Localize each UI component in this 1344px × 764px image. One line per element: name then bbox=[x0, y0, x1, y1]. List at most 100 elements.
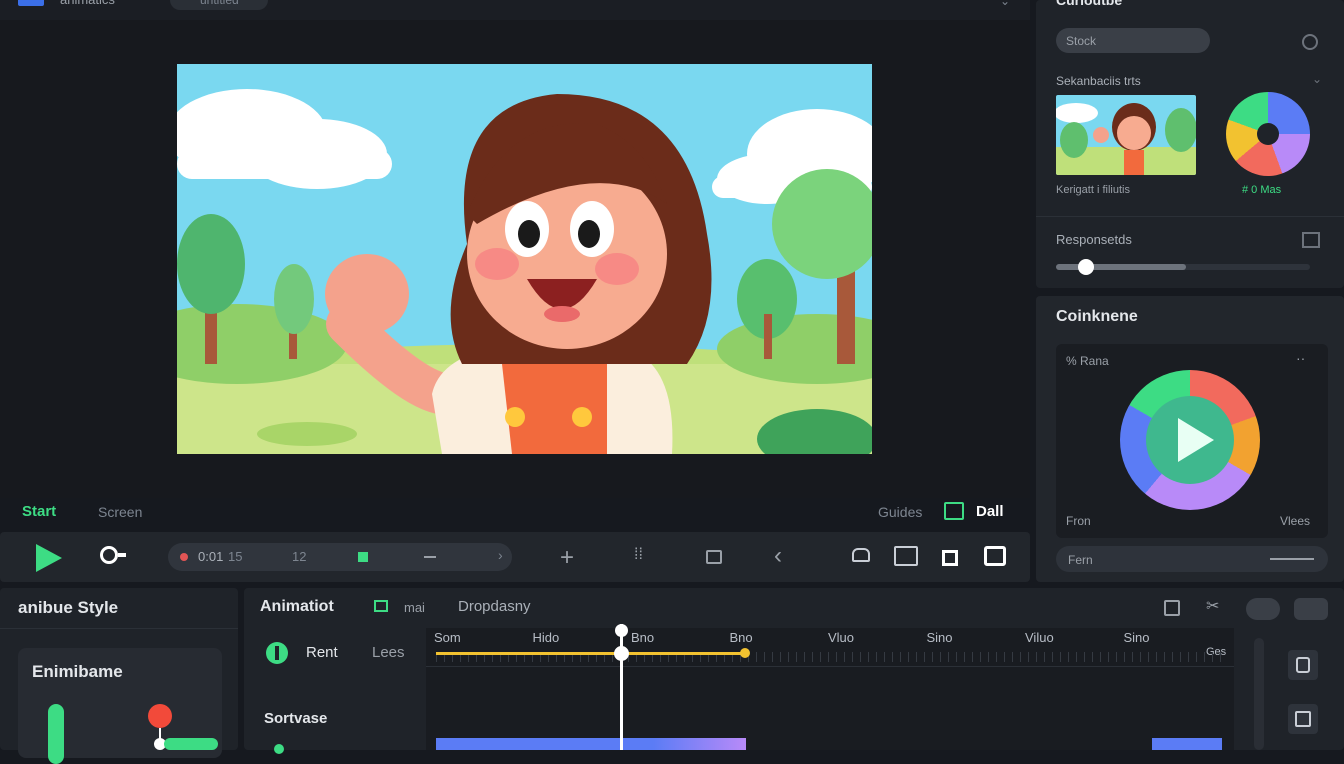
thumbnails-label: Sekanbaciis trts bbox=[1056, 74, 1141, 88]
param-slider-knob[interactable] bbox=[1078, 259, 1095, 275]
video-clip[interactable] bbox=[436, 738, 746, 750]
timeline-mode-icon[interactable] bbox=[374, 600, 388, 612]
crop-icon[interactable] bbox=[852, 548, 870, 562]
ruler-minor-tick bbox=[1076, 652, 1077, 662]
keyframe-end-icon[interactable] bbox=[740, 648, 750, 658]
ruler-tick-label: Sino bbox=[926, 630, 953, 645]
ruler-minor-tick bbox=[964, 652, 965, 662]
top-chip[interactable]: untitled bbox=[170, 0, 268, 10]
search-placeholder: Stock bbox=[1066, 34, 1097, 48]
top-bar: animatics untitled ⌄ bbox=[0, 0, 1030, 20]
ruler-minor-tick bbox=[1020, 652, 1021, 662]
param-slider-track[interactable] bbox=[1056, 259, 1310, 275]
ruler-minor-tick bbox=[852, 652, 853, 662]
chart-icon[interactable] bbox=[1302, 232, 1320, 248]
style-card[interactable]: Enimibame bbox=[18, 648, 222, 764]
ruler-minor-tick bbox=[1140, 652, 1141, 662]
ruler-minor-tick bbox=[876, 652, 877, 662]
ruler-minor-tick bbox=[1172, 652, 1173, 662]
ruler-minor-tick bbox=[820, 652, 821, 662]
playhead-top-handle[interactable] bbox=[615, 624, 628, 637]
toggle-switch[interactable] bbox=[1246, 598, 1280, 620]
play-icon[interactable] bbox=[36, 544, 62, 572]
time-ruler[interactable]: Som Hido Bno Bno Vluo Sino Viluo Sino Ges bbox=[426, 628, 1234, 662]
lock-icon bbox=[1296, 657, 1310, 673]
ruler-minor-tick bbox=[972, 652, 973, 662]
ruler-minor-tick bbox=[860, 652, 861, 662]
keyframe-track[interactable] bbox=[436, 652, 746, 655]
chevron-left-icon[interactable]: ‹ bbox=[774, 542, 782, 570]
ruler-tick-label: Som bbox=[434, 630, 461, 645]
ruler-minor-tick bbox=[1036, 652, 1037, 662]
ruler-minor-tick bbox=[1092, 652, 1093, 662]
thumbnail-card[interactable] bbox=[1056, 95, 1196, 175]
ruler-minor-tick bbox=[868, 652, 869, 662]
color-wheel-hole bbox=[1257, 123, 1279, 145]
preview-label-bar: Start Screen Guides Dall bbox=[0, 498, 1030, 528]
square-button[interactable] bbox=[1288, 704, 1318, 734]
color-caption-text: # 0 Mas bbox=[1242, 184, 1282, 196]
track-area[interactable]: Som Hido Bno Bno Vluo Sino Viluo Sino Ges bbox=[426, 628, 1234, 750]
guides-label[interactable]: Guides bbox=[878, 504, 922, 520]
ruler-minor-tick bbox=[1204, 652, 1205, 662]
timeline-menu-label[interactable]: mai bbox=[404, 600, 425, 615]
search-input[interactable]: Stock bbox=[1056, 28, 1210, 53]
timeline-tab-label[interactable]: Dropdasny bbox=[458, 598, 531, 615]
select-icon[interactable] bbox=[942, 550, 958, 566]
color-wheel[interactable] bbox=[1226, 92, 1310, 176]
ruler-minor-tick bbox=[836, 652, 837, 662]
app-title: animatics bbox=[60, 0, 115, 7]
thumbnail-caption: Kerigatt i filiutis bbox=[1056, 184, 1130, 196]
ruler-minor-tick bbox=[756, 652, 757, 662]
style-card-title: Enimibame bbox=[32, 662, 123, 681]
color-preview-label: % Rana bbox=[1066, 354, 1109, 368]
chevron-down-icon[interactable]: ⌄ bbox=[1312, 72, 1322, 86]
tag-icon[interactable] bbox=[1294, 598, 1328, 620]
mode-label[interactable]: Screen bbox=[98, 504, 142, 520]
plus-icon[interactable]: + bbox=[560, 544, 574, 572]
start-label[interactable]: Start bbox=[22, 503, 56, 520]
style-panel: anibue Style Enimibame bbox=[0, 588, 238, 764]
track-toggle-icon[interactable] bbox=[266, 642, 288, 664]
ruler-minor-tick bbox=[1124, 652, 1125, 662]
ruler-minor-tick bbox=[1220, 652, 1221, 662]
app-logo-icon bbox=[18, 0, 44, 6]
clip-icon[interactable] bbox=[706, 550, 722, 564]
ruler-minor-tick bbox=[988, 652, 989, 662]
lock-button[interactable] bbox=[1288, 650, 1318, 680]
red-node-icon[interactable] bbox=[148, 704, 172, 728]
playhead[interactable] bbox=[614, 624, 629, 750]
colors-panel-title: Coinknene bbox=[1056, 308, 1138, 325]
end-label[interactable]: Dall bbox=[976, 503, 1004, 520]
track2-dot bbox=[274, 744, 284, 754]
export-icon[interactable] bbox=[984, 546, 1006, 566]
trash-icon[interactable] bbox=[1164, 600, 1180, 616]
video-clip-2[interactable] bbox=[1152, 738, 1222, 750]
filter-icon[interactable] bbox=[1302, 34, 1318, 50]
chevron-down-icon[interactable]: ⌄ bbox=[1000, 0, 1010, 8]
ruler-minor-tick bbox=[1116, 652, 1117, 662]
waveform-icon[interactable]: ⁞⁞ bbox=[634, 546, 643, 564]
vertical-scrollbar[interactable] bbox=[1254, 638, 1264, 750]
ruler-minor-tick bbox=[1044, 652, 1045, 662]
thumbnail-image bbox=[1056, 95, 1196, 175]
color-field[interactable]: Fern bbox=[1056, 546, 1328, 572]
playhead-knob[interactable] bbox=[614, 646, 629, 661]
play-wheel[interactable] bbox=[1120, 370, 1260, 510]
minus-icon[interactable] bbox=[424, 556, 436, 558]
time-field[interactable]: 0:01 15 12 › bbox=[168, 543, 512, 571]
keyframe-icon[interactable] bbox=[358, 552, 368, 562]
ruler-minor-tick bbox=[764, 652, 765, 662]
chevron-right-icon[interactable]: › bbox=[498, 547, 503, 563]
ruler-minor-tick bbox=[956, 652, 957, 662]
loop-icon[interactable] bbox=[100, 546, 118, 564]
play-icon[interactable] bbox=[1178, 418, 1214, 462]
ruler-minor-tick bbox=[900, 652, 901, 662]
scissors-icon[interactable]: ✂ bbox=[1206, 596, 1219, 616]
ruler-minor-tick bbox=[1156, 652, 1157, 662]
frame-icon[interactable] bbox=[894, 546, 918, 566]
image-icon[interactable] bbox=[944, 502, 964, 520]
ruler-minor-tick bbox=[948, 652, 949, 662]
more-icon[interactable]: ·· bbox=[1296, 350, 1305, 366]
ruler-tick-label: Vluo bbox=[828, 630, 855, 645]
